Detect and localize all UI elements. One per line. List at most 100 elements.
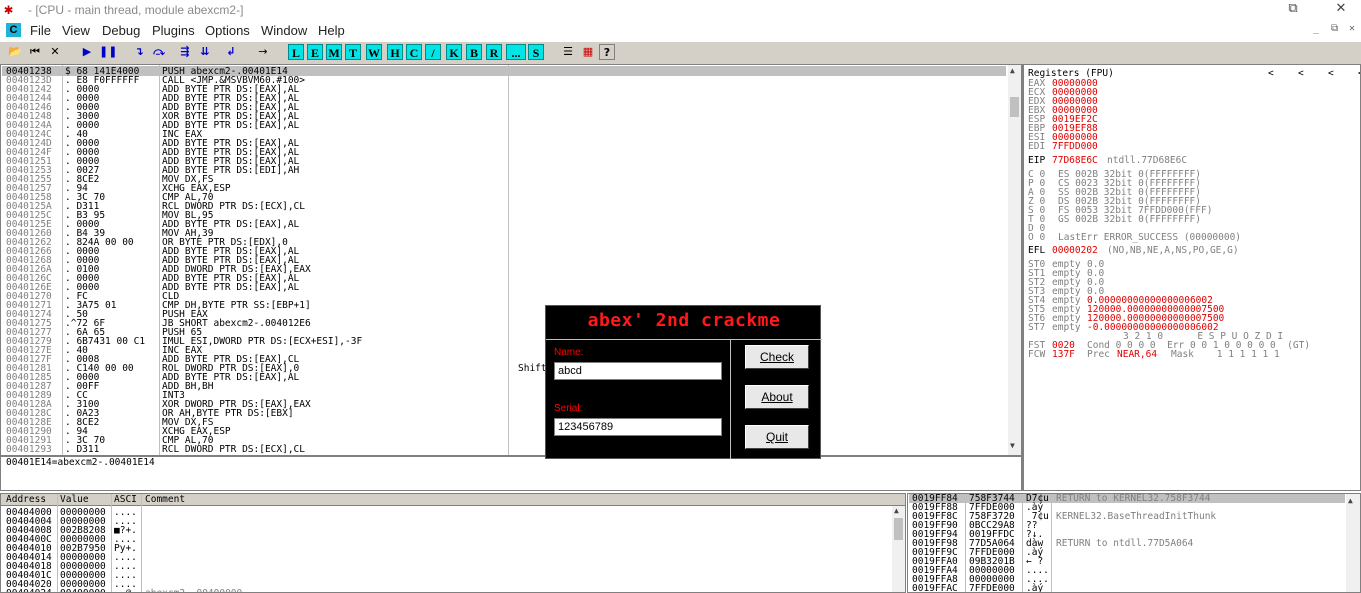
registers-nav-prev-icon[interactable]: < (1298, 69, 1304, 79)
disassembly-pane[interactable]: 00401238 0040123D 00401242 00401244 00401246… (0, 64, 1022, 456)
close-button[interactable]: ✕ (1318, 0, 1361, 19)
windows-button[interactable]: W (366, 44, 382, 60)
menu-file[interactable]: File (30, 23, 51, 38)
stack-comment: RETURN to ntdll.77D5A064 (1056, 538, 1194, 549)
menu-window[interactable]: Window (261, 23, 307, 38)
register-comment: ntdll.77D68E6C (1107, 155, 1188, 166)
about-button[interactable]: About (745, 385, 809, 409)
restore-button[interactable]: ⧉ (1270, 0, 1316, 19)
step-into-icon[interactable]: ↴ (131, 44, 147, 60)
pause-icon[interactable]: ❚❚ (99, 44, 117, 60)
cpu-row-address[interactable]: 00401293 (6, 445, 52, 455)
menu-plugins[interactable]: Plugins (152, 23, 195, 38)
comment-fragment: Shift (518, 363, 547, 374)
memory-dump-pane[interactable]: Address Value ASCI Comment 00404000 00000… (0, 493, 906, 593)
stack-row[interactable]: 0019FFAC 7FFDE000 .àý (908, 583, 1344, 593)
column-separator (159, 65, 160, 455)
references-button[interactable]: R (486, 44, 502, 60)
quit-button[interactable]: Quit (745, 425, 809, 449)
about-button-label: About (761, 390, 793, 404)
register-name: EDI (1028, 141, 1046, 152)
cpu-row-instruction[interactable]: ADD BYTE PTR DS:[EAX],AL (162, 283, 362, 293)
scroll-down-icon[interactable]: ▼ (1010, 441, 1015, 450)
info-pane: 00401E14=abexcm2-.00401E14 (0, 456, 1022, 491)
threads-button[interactable]: T (345, 44, 361, 60)
open-icon[interactable]: 📂 (7, 44, 23, 60)
stack-address: 0019FFAC (912, 583, 958, 593)
register-value[interactable]: 00000202 (1052, 246, 1098, 256)
registers-header[interactable]: Registers (FPU) (1028, 69, 1114, 79)
call-stack-button[interactable]: K (446, 44, 462, 60)
registers-nav-prev-icon[interactable]: < (1328, 69, 1334, 79)
cpu-row-instruction[interactable]: RCL DWORD PTR DS:[ECX],CL (162, 445, 362, 455)
name-field[interactable]: abcd (554, 362, 722, 380)
patches-button[interactable]: / (425, 44, 441, 60)
close-file-icon[interactable]: ✕ (47, 44, 63, 60)
hex-dump-column: $ 68 141E4000. E8 F0FFFFFF. 0000. 0000. … (65, 67, 145, 455)
menu-debug[interactable]: Debug (102, 23, 140, 38)
run-icon[interactable]: ▶ (79, 44, 95, 60)
info-line: 00401E14=abexcm2-.00401E14 (6, 457, 155, 468)
trace-into-icon[interactable]: ⇶ (177, 44, 193, 60)
mdi-restore-button[interactable]: ⧉ (1331, 23, 1338, 34)
cpu-row-hex[interactable]: . D311 (65, 445, 145, 455)
mdi-minimize-button[interactable]: _ (1313, 23, 1319, 34)
scroll-up-icon[interactable]: ▲ (894, 506, 899, 515)
source-button[interactable]: S (528, 44, 544, 60)
dump-header-address[interactable]: Address (6, 495, 46, 505)
stack-pane[interactable]: 0019FF84 758F3744 D7¢u RETURN to KERNEL32.7… (907, 493, 1361, 593)
cpu-row-instruction[interactable]: ADD BH,BH (162, 382, 362, 392)
mdi-close-button[interactable]: ✕ (1349, 23, 1355, 34)
check-button[interactable]: Check (745, 345, 809, 369)
memory-map-button[interactable]: M (326, 44, 342, 60)
scroll-thumb[interactable] (894, 518, 903, 540)
serial-field[interactable]: 123456789 (554, 418, 722, 436)
executable-modules-button[interactable]: E (307, 44, 323, 60)
dump-scrollbar[interactable]: ▲ (892, 506, 905, 592)
list-icon[interactable]: ☰ (560, 44, 576, 60)
quit-button-label: Quit (765, 430, 788, 444)
scroll-thumb[interactable] (1010, 97, 1019, 117)
scroll-up-icon[interactable]: ▲ (1348, 496, 1353, 505)
stack-comment: RETURN to KERNEL32.758F3744 (1056, 493, 1211, 504)
crackme-title: abex' 2nd crackme (587, 310, 781, 331)
cpu-window-icon[interactable]: C (6, 23, 21, 37)
disassembly-scrollbar[interactable]: ▲ ▼ (1008, 65, 1021, 455)
stack-comment: KERNEL32.BaseThreadInitThunk (1056, 511, 1217, 522)
grid-icon[interactable]: ▦ (580, 44, 596, 60)
menu-options[interactable]: Options (205, 23, 250, 38)
fpu-register-name: ST7 (1028, 322, 1046, 333)
menu-bar: C File View Debug Plugins Options Window… (0, 20, 1361, 41)
goto-icon[interactable]: → (255, 44, 271, 60)
register-value[interactable]: 77D68E6C (1052, 156, 1098, 166)
handles-button[interactable]: H (387, 44, 403, 60)
dump-row[interactable]: 00404024 00400000 ..@. abexcm2-.00400000 (1, 589, 891, 592)
help-icon[interactable]: ? (599, 44, 615, 60)
stack-scrollbar[interactable]: ▲ (1346, 494, 1360, 592)
dump-ascii: ..@. (114, 589, 137, 592)
step-over-icon[interactable]: ⤼ (151, 44, 167, 60)
dump-header-comment[interactable]: Comment (145, 495, 185, 505)
toolbar: 📂 ⏮ ✕ ▶ ❚❚ ↴ ⤼ ⇶ ⇊ ↲ → L E M T W H C / K… (0, 41, 1361, 65)
crackme-window: abex' 2nd crackme Name: abcd Serial: 123… (545, 305, 822, 459)
log-window-button[interactable]: L (288, 44, 304, 60)
cpu-button[interactable]: C (406, 44, 422, 60)
register-name: FCW (1028, 349, 1046, 360)
fpu-control-label: Prec (1087, 349, 1110, 360)
trace-over-icon[interactable]: ⇊ (197, 44, 213, 60)
menu-view[interactable]: View (62, 23, 90, 38)
registers-pane[interactable]: Registers (FPU) < < < < EAX00000000ECX00… (1022, 64, 1361, 491)
run-trace-button[interactable]: ... (506, 44, 526, 60)
scroll-up-icon[interactable]: ▲ (1010, 66, 1015, 75)
menu-help[interactable]: Help (318, 23, 345, 38)
registers-nav-prev-icon[interactable]: < (1268, 69, 1274, 79)
flag-item[interactable]: O 0 (1028, 233, 1045, 243)
execute-till-return-icon[interactable]: ↲ (223, 44, 239, 60)
register-value[interactable]: 137F (1052, 350, 1075, 360)
restart-icon[interactable]: ⏮ (27, 44, 43, 60)
column-separator (62, 65, 63, 455)
dump-header-ascii[interactable]: ASCI (114, 495, 137, 505)
dump-header-value[interactable]: Value (60, 495, 89, 505)
register-value[interactable]: 7FFDD000 (1052, 142, 1098, 152)
breakpoints-button[interactable]: B (466, 44, 482, 60)
